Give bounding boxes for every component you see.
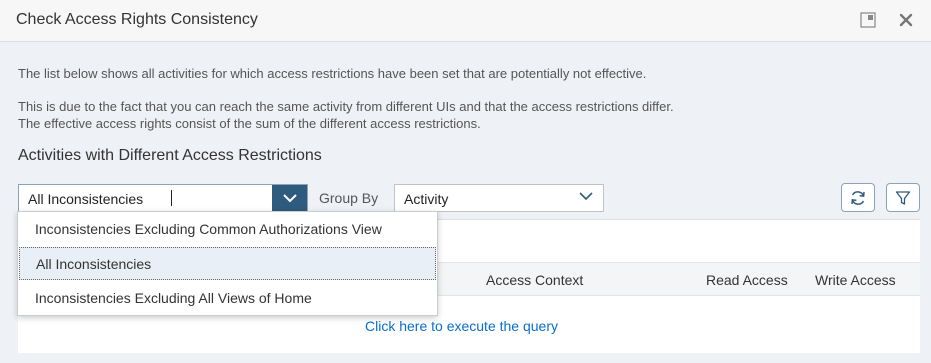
group-by-label: Group By <box>319 190 379 206</box>
inconsistency-filter-dropdown-list: Inconsistencies Excluding Common Authori… <box>17 211 438 316</box>
chevron-down-icon <box>282 193 297 202</box>
info-text-2: This is due to the fact that you can rea… <box>18 99 674 114</box>
dropdown-option[interactable]: Inconsistencies Excluding Common Authori… <box>18 213 437 246</box>
inconsistency-filter-dropdown-button[interactable] <box>272 185 307 211</box>
inconsistency-filter-value: All Inconsistencies <box>28 191 144 207</box>
chevron-down-icon <box>579 192 593 201</box>
refresh-button[interactable] <box>841 183 875 212</box>
dropdown-option[interactable]: Inconsistencies Excluding All Views of H… <box>18 282 437 315</box>
column-header-access-context[interactable]: Access Context <box>486 272 583 288</box>
dialog-title: Check Access Rights Consistency <box>16 11 258 28</box>
column-header-read-access[interactable]: Read Access <box>706 272 788 288</box>
filter-icon <box>895 190 911 205</box>
refresh-icon <box>851 190 865 205</box>
group-by-value: Activity <box>404 191 449 207</box>
info-text-1: The list below shows all activities for … <box>18 66 647 81</box>
filter-button[interactable] <box>886 183 920 212</box>
column-header-write-access[interactable]: Write Access <box>815 272 896 288</box>
inconsistency-filter-select[interactable]: All Inconsistencies <box>18 184 308 212</box>
close-button[interactable] <box>896 10 916 30</box>
restore-window-button[interactable] <box>858 10 878 30</box>
section-title: Activities with Different Access Restric… <box>18 147 322 164</box>
info-text-3: The effective access rights consist of t… <box>18 116 481 131</box>
text-cursor <box>171 190 172 206</box>
close-icon <box>899 13 913 27</box>
restore-window-icon <box>860 12 876 28</box>
dropdown-option-selected[interactable]: All Inconsistencies <box>19 247 436 280</box>
execute-query-link[interactable]: Click here to execute the query <box>365 318 558 334</box>
group-by-select[interactable]: Activity <box>394 184 604 212</box>
dialog-header: Check Access Rights Consistency <box>0 0 931 42</box>
